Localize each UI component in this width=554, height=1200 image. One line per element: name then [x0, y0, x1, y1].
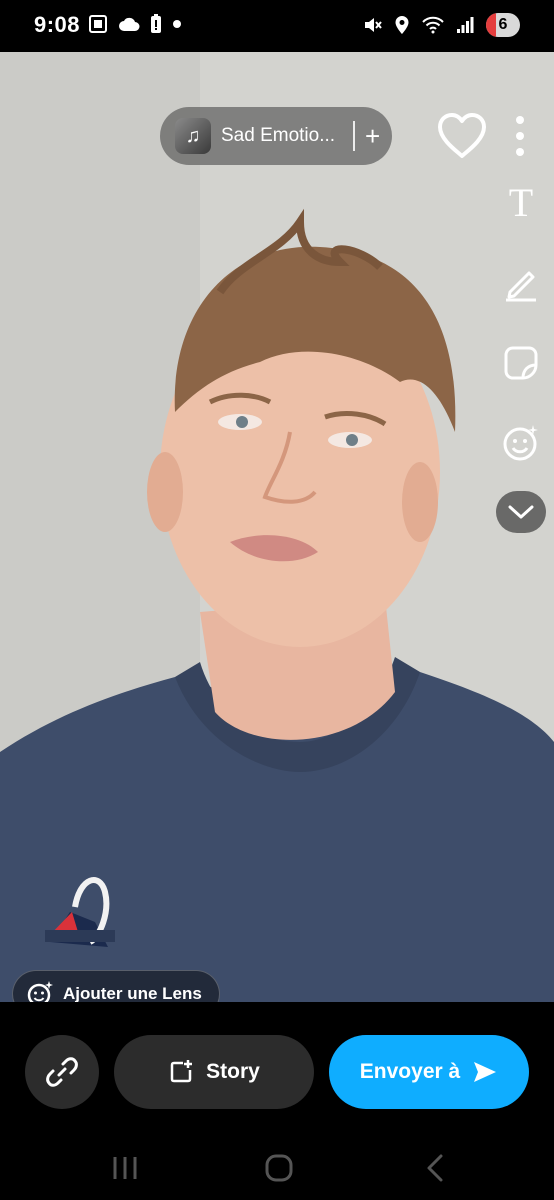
home-icon — [265, 1154, 293, 1182]
music-note-icon: ♫ — [175, 118, 211, 154]
battery-indicator: 6 — [486, 13, 520, 37]
more-vertical-icon — [516, 116, 524, 156]
collapse-tools-button[interactable] — [496, 491, 546, 533]
post-story-button[interactable]: Story — [114, 1035, 314, 1109]
heart-icon — [438, 113, 486, 158]
back-button[interactable] — [415, 1148, 455, 1188]
more-options-button[interactable] — [508, 114, 532, 158]
music-track-title: Sad Emotio... — [221, 125, 336, 146]
selfie-photo — [0, 52, 554, 1002]
lens-smile-icon — [26, 980, 54, 1002]
battery-alert-icon — [151, 14, 161, 33]
status-time: 9:08 — [34, 12, 81, 37]
snap-preview-screen: 9:08 6 ♫ Sad Emotio... + T Ajouter une L… — [0, 0, 554, 1200]
cloud-icon — [119, 17, 140, 31]
add-lens-label: Ajouter une Lens — [63, 984, 202, 1002]
location-icon — [395, 16, 409, 34]
snap-photo[interactable]: ♫ Sad Emotio... + T Ajouter une Lens — [0, 52, 554, 1002]
status-right-icons: 6 — [362, 13, 520, 37]
back-icon — [427, 1154, 443, 1182]
signal-icon — [457, 17, 474, 33]
music-divider — [353, 121, 355, 151]
status-left-icons — [88, 14, 182, 34]
story-add-icon — [170, 1060, 193, 1083]
send-to-button[interactable]: Envoyer à — [329, 1035, 529, 1109]
system-navigation-bar — [0, 1142, 554, 1200]
send-to-label: Envoyer à — [359, 1060, 461, 1083]
chevron-down-icon — [508, 505, 534, 519]
dot-icon — [173, 20, 181, 28]
favorite-button[interactable] — [436, 112, 488, 160]
bottom-action-bar: Story Envoyer à — [0, 1002, 554, 1200]
send-arrow-icon — [474, 1062, 497, 1082]
sticker-icon — [504, 346, 538, 380]
add-lens-button[interactable]: Ajouter une Lens — [12, 970, 220, 1002]
story-label: Story — [206, 1060, 260, 1083]
screenshot-icon — [89, 15, 107, 33]
music-track-pill[interactable]: ♫ Sad Emotio... + — [160, 107, 392, 165]
lens-add-icon — [503, 425, 538, 461]
pencil-icon — [506, 271, 536, 302]
lens-tool-button[interactable] — [496, 418, 546, 468]
draw-tool-button[interactable] — [496, 258, 546, 308]
text-tool-icon: T — [508, 180, 534, 225]
text-tool-button[interactable]: T — [496, 178, 546, 228]
home-button[interactable] — [259, 1148, 299, 1188]
mute-icon — [365, 18, 382, 32]
recent-apps-button[interactable] — [105, 1148, 145, 1188]
battery-level: 6 — [498, 16, 508, 33]
status-bar: 9:08 6 — [0, 0, 554, 52]
recent-apps-icon — [113, 1157, 137, 1179]
link-icon — [46, 1057, 78, 1087]
attach-link-button[interactable] — [25, 1035, 99, 1109]
sticker-tool-button[interactable] — [496, 338, 546, 388]
wifi-icon — [422, 16, 444, 34]
music-add-button[interactable]: + — [365, 123, 380, 149]
